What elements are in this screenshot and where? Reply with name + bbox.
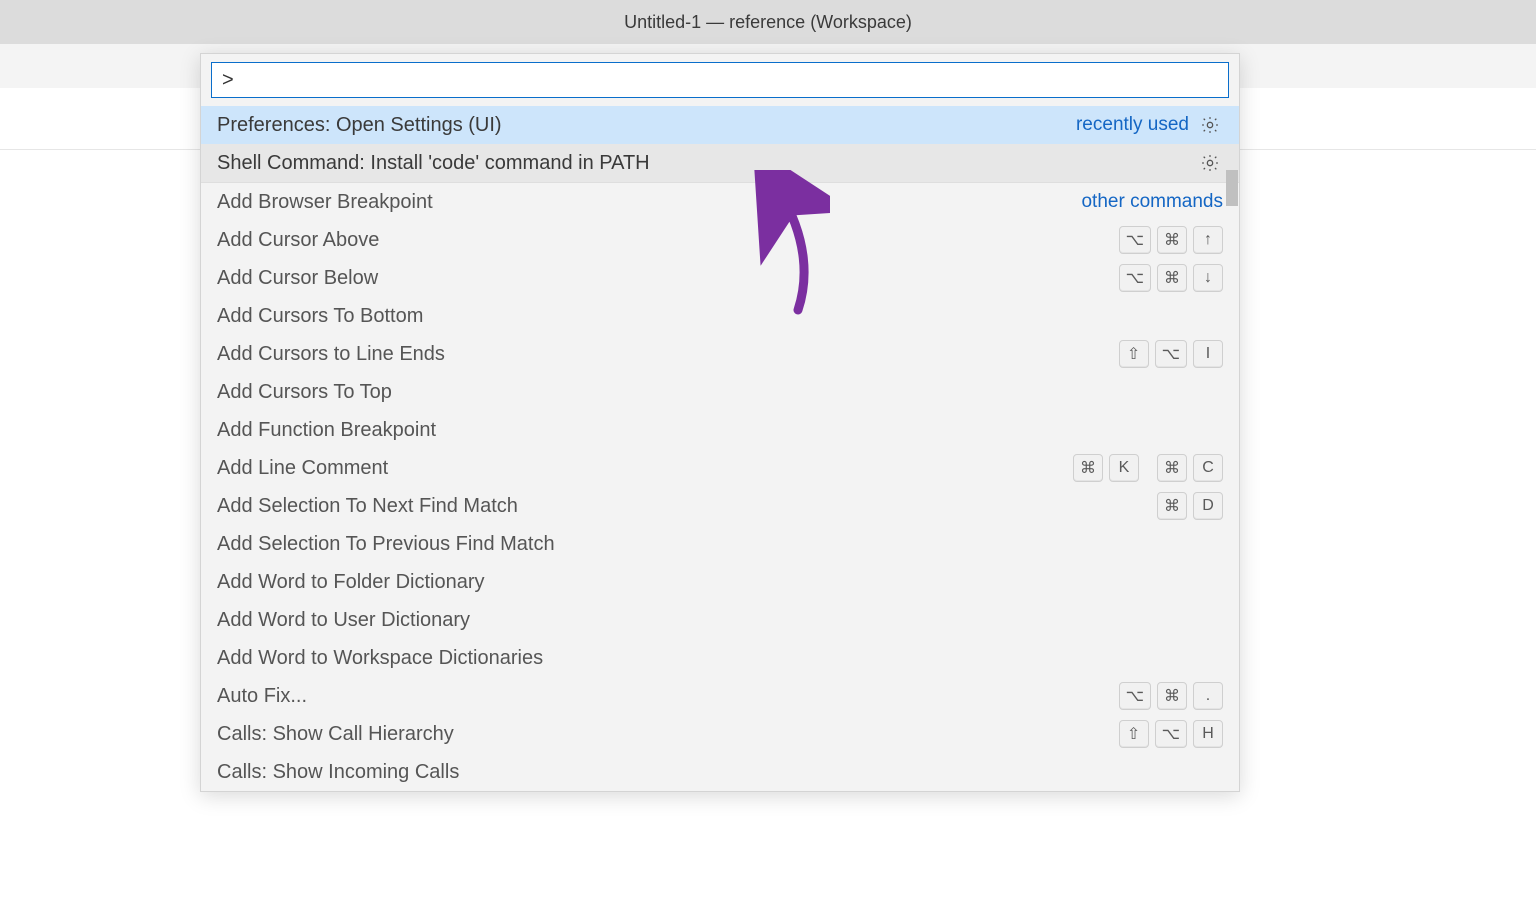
command-item-label: Add Cursors To Top <box>217 381 1223 404</box>
command-item-label: Add Cursor Below <box>217 267 1109 290</box>
shortcut-key: ↑ <box>1193 226 1223 254</box>
command-item[interactable]: Add Cursor Below ⌥⌘↓ <box>201 259 1239 297</box>
command-item-label: Auto Fix... <box>217 685 1109 708</box>
shortcut-group: ⌥⌘↑ <box>1119 226 1223 254</box>
command-item-label: Add Word to User Dictionary <box>217 609 1223 632</box>
command-item-right: ⌘D <box>1147 492 1223 520</box>
command-item-label: Add Cursors to Line Ends <box>217 343 1109 366</box>
command-item[interactable]: Add Selection To Previous Find Match <box>201 525 1239 563</box>
shortcut-group: ⇧⌥I <box>1119 340 1223 368</box>
command-item-label: Add Word to Folder Dictionary <box>217 571 1223 594</box>
section-label: recently used <box>1076 114 1189 136</box>
shortcut-key: ⌘ <box>1157 226 1187 254</box>
command-item-right: ⇧⌥H <box>1109 720 1223 748</box>
shortcut-group: ⌥⌘. <box>1119 682 1223 710</box>
shortcut-key: ⌘ <box>1157 264 1187 292</box>
command-item-label: Preferences: Open Settings (UI) <box>217 114 1076 137</box>
shortcut-key: ⌘ <box>1157 492 1187 520</box>
command-item-label: Shell Command: Install 'code' command in… <box>217 152 1197 175</box>
command-item-label: Calls: Show Incoming Calls <box>217 761 1223 784</box>
command-item-label: Add Line Comment <box>217 457 1063 480</box>
shortcut-key: ⇧ <box>1119 340 1149 368</box>
command-item-right: ⇧⌥I <box>1109 340 1223 368</box>
shortcut-group: ⌘D <box>1157 492 1223 520</box>
shortcut-group: ⌘K <box>1073 454 1139 482</box>
section-label: other commands <box>1081 191 1223 213</box>
command-item[interactable]: Auto Fix... ⌥⌘. <box>201 677 1239 715</box>
command-palette-input[interactable] <box>211 62 1229 98</box>
shortcut-key: ⌥ <box>1155 720 1187 748</box>
gear-icon[interactable] <box>1197 112 1223 138</box>
command-item-label: Add Function Breakpoint <box>217 419 1223 442</box>
command-item[interactable]: Add Word to Workspace Dictionaries <box>201 639 1239 677</box>
command-item[interactable]: Add Line Comment⌘K⌘C <box>201 449 1239 487</box>
shortcut-group: ⇧⌥H <box>1119 720 1223 748</box>
shortcut-key: ↓ <box>1193 264 1223 292</box>
shortcut-key: D <box>1193 492 1223 520</box>
shortcut-group: ⌘C <box>1157 454 1223 482</box>
command-item-label: Add Selection To Previous Find Match <box>217 533 1223 556</box>
command-item-label: Add Browser Breakpoint <box>217 191 1081 214</box>
command-item-right: other commands <box>1081 191 1223 213</box>
command-item[interactable]: Add Function Breakpoint <box>201 411 1239 449</box>
shortcut-key: . <box>1193 682 1223 710</box>
command-item[interactable]: Add Cursors To Bottom <box>201 297 1239 335</box>
command-item[interactable]: Calls: Show Call Hierarchy ⇧⌥H <box>201 715 1239 753</box>
shortcut-key: ⌘ <box>1157 454 1187 482</box>
gear-icon[interactable] <box>1197 150 1223 176</box>
command-list: Preferences: Open Settings (UI)recently … <box>201 106 1239 791</box>
command-item[interactable]: Shell Command: Install 'code' command in… <box>201 144 1239 182</box>
shortcut-key: ⌥ <box>1119 682 1151 710</box>
shortcut-key: H <box>1193 720 1223 748</box>
command-item-label: Calls: Show Call Hierarchy <box>217 723 1109 746</box>
command-item-right: ⌥⌘. <box>1109 682 1223 710</box>
command-palette: Preferences: Open Settings (UI)recently … <box>200 53 1240 792</box>
shortcut-key: C <box>1193 454 1223 482</box>
shortcut-key: K <box>1109 454 1139 482</box>
command-item-right: ⌥⌘↑ <box>1109 226 1223 254</box>
command-item-right: recently used <box>1076 112 1223 138</box>
command-item[interactable]: Add Word to Folder Dictionary <box>201 563 1239 601</box>
shortcut-key: ⌘ <box>1073 454 1103 482</box>
command-item-label: Add Selection To Next Find Match <box>217 495 1147 518</box>
shortcut-key: ⇧ <box>1119 720 1149 748</box>
command-item-label: Add Cursor Above <box>217 229 1109 252</box>
shortcut-key: ⌥ <box>1119 226 1151 254</box>
command-item[interactable]: Add Selection To Next Find Match ⌘D <box>201 487 1239 525</box>
command-item-label: Add Cursors To Bottom <box>217 305 1223 328</box>
command-item[interactable]: Add Cursors To Top <box>201 373 1239 411</box>
command-item-right: ⌥⌘↓ <box>1109 264 1223 292</box>
titlebar: Untitled-1 — reference (Workspace) <box>0 0 1536 44</box>
command-item[interactable]: Add Cursor Above ⌥⌘↑ <box>201 221 1239 259</box>
command-item-right <box>1197 150 1223 176</box>
command-item-label: Add Word to Workspace Dictionaries <box>217 647 1223 670</box>
shortcut-key: ⌥ <box>1119 264 1151 292</box>
shortcut-key: ⌥ <box>1155 340 1187 368</box>
command-item[interactable]: Calls: Show Incoming Calls <box>201 753 1239 791</box>
command-item-right: ⌘K⌘C <box>1063 454 1223 482</box>
command-palette-input-wrap <box>201 54 1239 106</box>
scrollbar-thumb[interactable] <box>1226 170 1238 206</box>
command-item[interactable]: Preferences: Open Settings (UI)recently … <box>201 106 1239 144</box>
shortcut-group: ⌥⌘↓ <box>1119 264 1223 292</box>
command-item[interactable]: Add Cursors to Line Ends ⇧⌥I <box>201 335 1239 373</box>
shortcut-key: I <box>1193 340 1223 368</box>
command-item[interactable]: Add Word to User Dictionary <box>201 601 1239 639</box>
window-title: Untitled-1 — reference (Workspace) <box>624 12 912 33</box>
shortcut-key: ⌘ <box>1157 682 1187 710</box>
command-item[interactable]: Add Browser Breakpointother commands <box>201 183 1239 221</box>
